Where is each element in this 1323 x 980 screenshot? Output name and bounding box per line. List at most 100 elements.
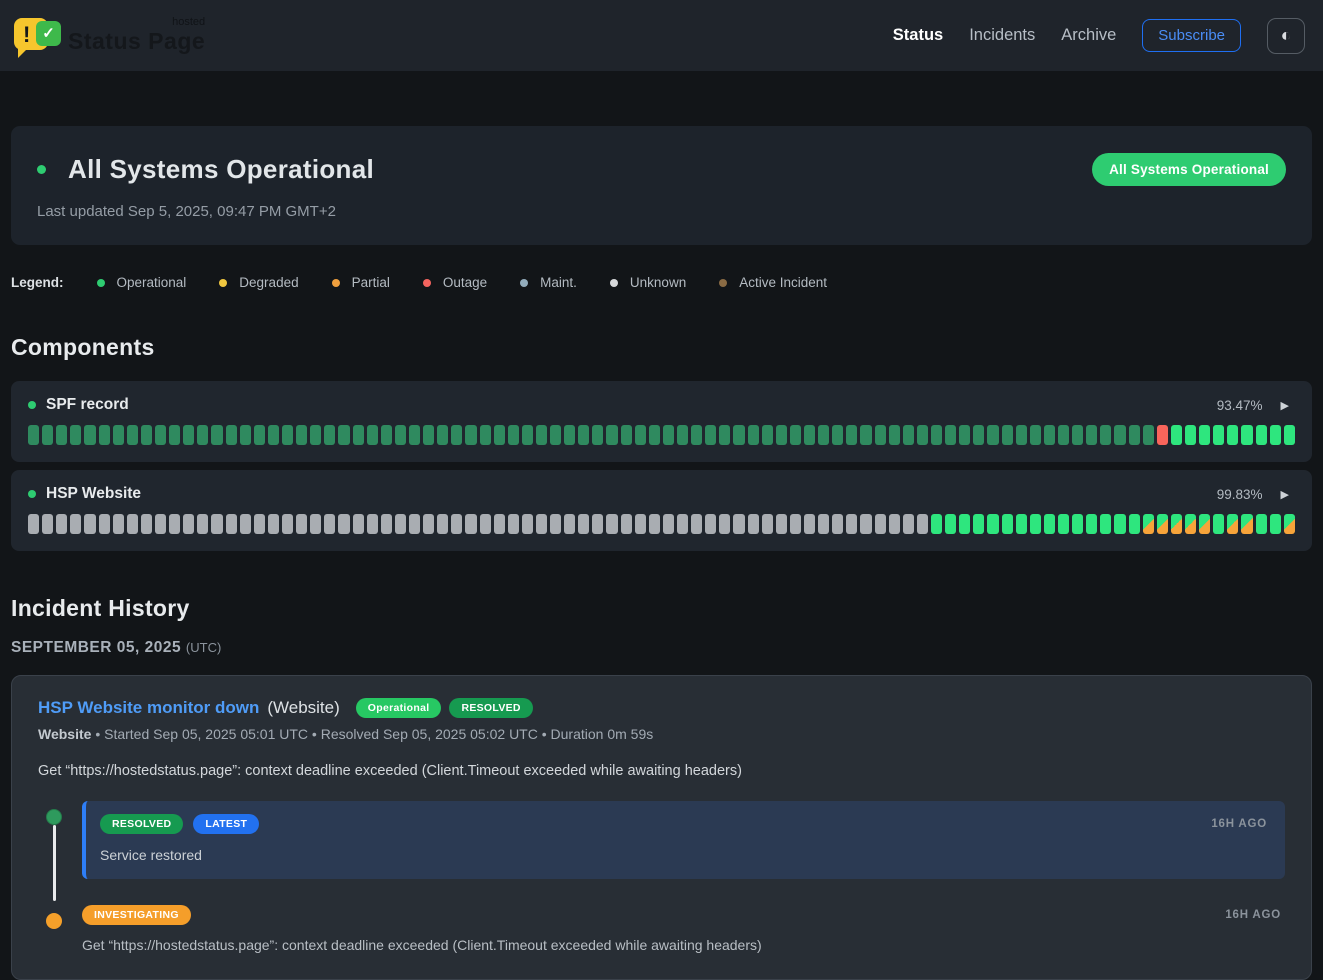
uptime-bar[interactable] <box>917 514 928 534</box>
uptime-bar[interactable] <box>268 514 279 534</box>
uptime-bar[interactable] <box>790 425 801 445</box>
uptime-bar[interactable] <box>945 514 956 534</box>
logo[interactable]: ! ✓ Status Page hosted <box>12 14 205 58</box>
uptime-bar[interactable] <box>860 425 871 445</box>
uptime-bar[interactable] <box>705 425 716 445</box>
uptime-bar[interactable] <box>183 514 194 534</box>
uptime-bar[interactable] <box>1157 425 1168 445</box>
uptime-bar[interactable] <box>113 425 124 445</box>
uptime-bar[interactable] <box>1171 425 1182 445</box>
uptime-bar[interactable] <box>28 514 39 534</box>
uptime-bar[interactable] <box>183 425 194 445</box>
uptime-bar[interactable] <box>465 514 476 534</box>
uptime-bar[interactable] <box>832 425 843 445</box>
theme-toggle-button[interactable]: ◐ <box>1267 18 1305 54</box>
uptime-bar[interactable] <box>268 425 279 445</box>
uptime-bar[interactable] <box>1213 425 1224 445</box>
uptime-bar[interactable] <box>437 425 448 445</box>
uptime-bar[interactable] <box>1284 425 1295 445</box>
expand-chevron-icon[interactable]: ▶ <box>1281 399 1289 412</box>
uptime-bar[interactable] <box>324 425 335 445</box>
uptime-bar[interactable] <box>621 514 632 534</box>
uptime-bar[interactable] <box>1100 514 1111 534</box>
uptime-bar[interactable] <box>465 425 476 445</box>
uptime-bar[interactable] <box>1086 514 1097 534</box>
uptime-bar[interactable] <box>353 514 364 534</box>
uptime-bar[interactable] <box>423 514 434 534</box>
uptime-bar[interactable] <box>748 425 759 445</box>
nav-item-status[interactable]: Status <box>893 26 943 45</box>
uptime-bar[interactable] <box>282 425 293 445</box>
uptime-bar[interactable] <box>621 425 632 445</box>
uptime-bar[interactable] <box>211 425 222 445</box>
uptime-bar[interactable] <box>338 514 349 534</box>
uptime-bar[interactable] <box>663 514 674 534</box>
uptime-bar[interactable] <box>804 425 815 445</box>
uptime-bar[interactable] <box>508 514 519 534</box>
uptime-bar[interactable] <box>451 514 462 534</box>
uptime-bar[interactable] <box>70 425 81 445</box>
uptime-bar[interactable] <box>564 514 575 534</box>
uptime-bar[interactable] <box>677 514 688 534</box>
uptime-bar[interactable] <box>1256 425 1267 445</box>
uptime-bar[interactable] <box>1114 425 1125 445</box>
uptime-bar[interactable] <box>1284 514 1295 534</box>
uptime-bar[interactable] <box>677 425 688 445</box>
uptime-bar[interactable] <box>1143 425 1154 445</box>
uptime-bar[interactable] <box>592 425 603 445</box>
uptime-bar[interactable] <box>846 425 857 445</box>
uptime-bar[interactable] <box>353 425 364 445</box>
uptime-bar[interactable] <box>719 425 730 445</box>
uptime-bar[interactable] <box>84 425 95 445</box>
uptime-bar[interactable] <box>1058 425 1069 445</box>
uptime-bar[interactable] <box>254 514 265 534</box>
uptime-bar[interactable] <box>141 425 152 445</box>
uptime-bar[interactable] <box>578 425 589 445</box>
uptime-bar[interactable] <box>1016 425 1027 445</box>
uptime-bar[interactable] <box>437 514 448 534</box>
uptime-bar[interactable] <box>846 514 857 534</box>
uptime-bar[interactable] <box>367 425 378 445</box>
uptime-bar[interactable] <box>875 425 886 445</box>
uptime-bar[interactable] <box>1114 514 1125 534</box>
uptime-bar[interactable] <box>381 425 392 445</box>
uptime-bar[interactable] <box>536 514 547 534</box>
uptime-bar[interactable] <box>56 425 67 445</box>
subscribe-button[interactable]: Subscribe <box>1142 19 1241 52</box>
uptime-bar[interactable] <box>1185 425 1196 445</box>
nav-item-incidents[interactable]: Incidents <box>969 26 1035 45</box>
uptime-bar[interactable] <box>99 514 110 534</box>
uptime-bar[interactable] <box>240 514 251 534</box>
uptime-bar[interactable] <box>367 514 378 534</box>
uptime-bar[interactable] <box>155 514 166 534</box>
uptime-bar[interactable] <box>296 425 307 445</box>
uptime-bar[interactable] <box>1227 425 1238 445</box>
uptime-bar[interactable] <box>889 514 900 534</box>
uptime-bar[interactable] <box>1002 425 1013 445</box>
uptime-bar[interactable] <box>211 514 222 534</box>
uptime-bar[interactable] <box>1030 425 1041 445</box>
uptime-bar[interactable] <box>606 425 617 445</box>
uptime-bar[interactable] <box>903 425 914 445</box>
uptime-bar[interactable] <box>409 514 420 534</box>
uptime-bar[interactable] <box>719 514 730 534</box>
uptime-bar[interactable] <box>1185 514 1196 534</box>
uptime-bar[interactable] <box>889 425 900 445</box>
uptime-bar[interactable] <box>56 514 67 534</box>
uptime-bar[interactable] <box>1143 514 1154 534</box>
uptime-bar[interactable] <box>860 514 871 534</box>
uptime-bar[interactable] <box>691 425 702 445</box>
uptime-bar[interactable] <box>480 425 491 445</box>
uptime-bar[interactable] <box>705 514 716 534</box>
uptime-bar[interactable] <box>381 514 392 534</box>
uptime-bar[interactable] <box>776 425 787 445</box>
uptime-bar[interactable] <box>649 514 660 534</box>
uptime-bar[interactable] <box>931 425 942 445</box>
uptime-bar[interactable] <box>508 425 519 445</box>
uptime-bar[interactable] <box>1058 514 1069 534</box>
uptime-bar[interactable] <box>635 514 646 534</box>
uptime-bar[interactable] <box>762 425 773 445</box>
uptime-bar[interactable] <box>522 425 533 445</box>
uptime-bar[interactable] <box>733 514 744 534</box>
uptime-bar[interactable] <box>494 514 505 534</box>
